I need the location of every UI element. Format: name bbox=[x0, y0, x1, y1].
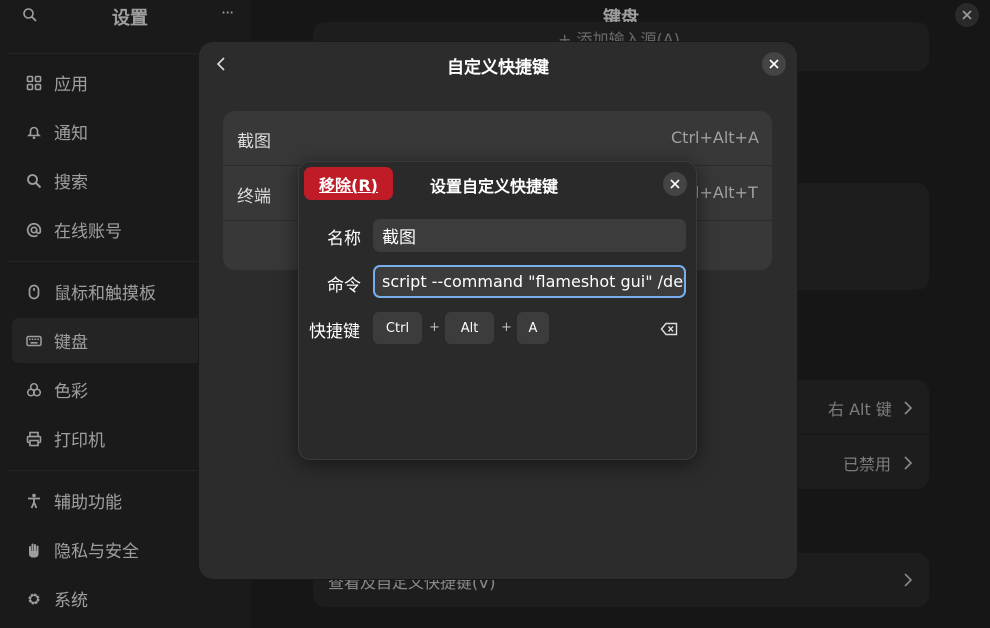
back-button[interactable] bbox=[216, 57, 226, 71]
command-value: script --command "flameshot gui" /dev bbox=[382, 272, 686, 291]
list-item[interactable]: 截图 Ctrl+Alt+A bbox=[223, 111, 772, 165]
remove-button[interactable]: 移除(R) bbox=[304, 167, 393, 200]
shortcut-keys: Ctrl+Alt+A bbox=[671, 128, 759, 147]
backspace-icon bbox=[660, 322, 678, 336]
set-custom-shortcut-dialog: 移除(R) 设置自定义快捷键 名称 截图 命令 script --command… bbox=[298, 161, 697, 460]
dialog-title: 自定义快捷键 bbox=[447, 58, 549, 78]
shortcut-name: 截图 bbox=[237, 132, 271, 152]
command-field[interactable]: script --command "flameshot gui" /dev bbox=[373, 265, 686, 298]
remove-button-label: 移除(R) bbox=[319, 175, 378, 195]
name-label: 名称 bbox=[327, 229, 361, 249]
name-value: 截图 bbox=[382, 228, 416, 248]
command-label: 命令 bbox=[327, 276, 361, 296]
dialog-title: 设置自定义快捷键 bbox=[430, 177, 559, 196]
key-cap: Alt bbox=[445, 312, 494, 344]
key-cap: A bbox=[517, 312, 549, 344]
close-icon bbox=[670, 179, 680, 189]
key-cap: Ctrl bbox=[373, 312, 422, 344]
close-icon bbox=[769, 59, 779, 69]
plus-separator: + bbox=[501, 320, 512, 335]
plus-separator: + bbox=[429, 320, 440, 335]
close-dialog-button[interactable] bbox=[663, 172, 687, 196]
close-dialog-button[interactable] bbox=[762, 52, 786, 76]
shortcut-label: 快捷键 bbox=[309, 322, 360, 342]
clear-shortcut-button[interactable] bbox=[660, 321, 678, 340]
shortcut-name: 终端 bbox=[237, 187, 271, 207]
name-field[interactable]: 截图 bbox=[373, 219, 686, 252]
